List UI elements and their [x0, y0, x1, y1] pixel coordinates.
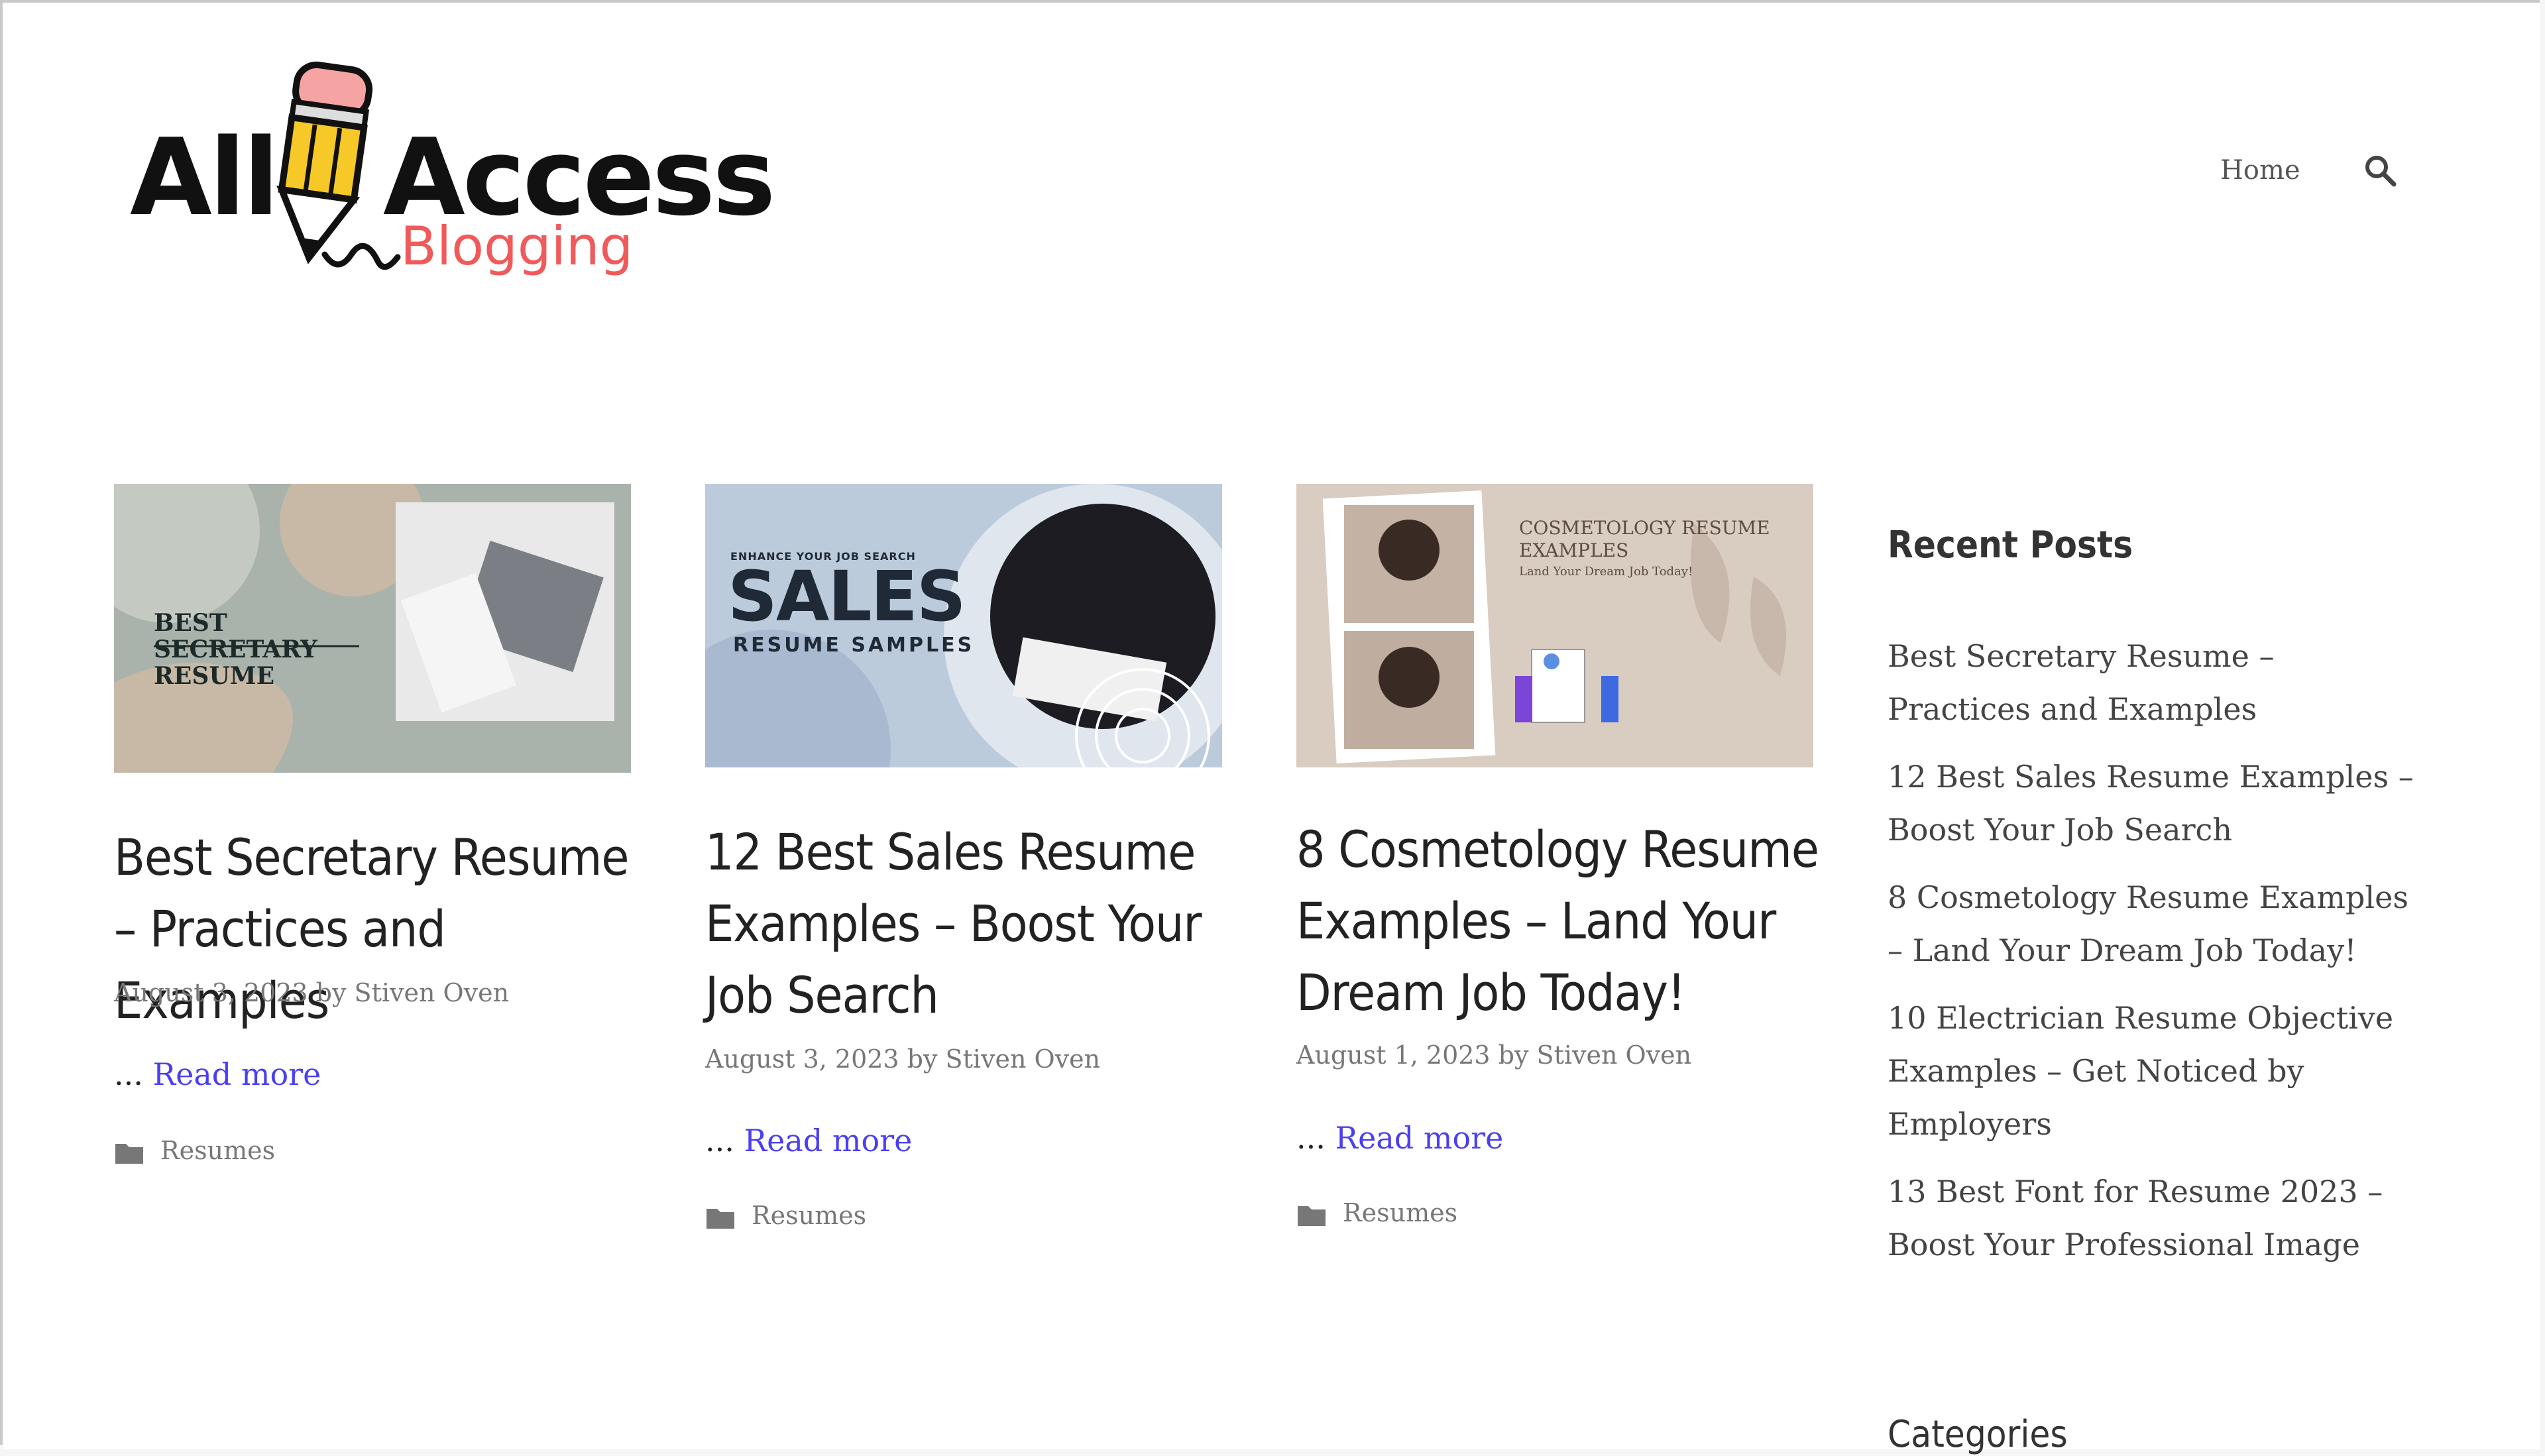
- post-meta: August 1, 2023 by Stiven Oven: [1296, 1040, 1692, 1070]
- ellipsis: ...: [114, 1056, 143, 1092]
- read-more: ... Read more: [1296, 1120, 1503, 1156]
- folder-icon: [1298, 1205, 1326, 1226]
- recent-post-link[interactable]: 13 Best Font for Resume 2023 – Boost You…: [1888, 1165, 2418, 1271]
- read-more-link[interactable]: Read more: [1335, 1120, 1504, 1156]
- post-meta: August 3, 2023 by Stiven Oven: [114, 978, 510, 1007]
- categories-heading: Categories: [1888, 1413, 2068, 1456]
- post-thumbnail[interactable]: ENHANCE YOUR JOB SEARCH SALES RESUME SAM…: [705, 484, 1222, 767]
- site-logo[interactable]: All Access Blogging: [126, 56, 789, 288]
- nav-home-link[interactable]: Home: [2220, 155, 2300, 186]
- logo-text-all: All: [130, 115, 280, 239]
- post-title[interactable]: 8 Cosmetology Resume Examples – Land You…: [1296, 814, 1840, 1029]
- sidebar: Recent Posts Best Secretary Resume – Pra…: [1888, 524, 2418, 1262]
- recent-post-link[interactable]: Best Secretary Resume – Practices and Ex…: [1888, 630, 2418, 736]
- post-card: BEST SECRETARY RESUME Best Secretary Res…: [114, 484, 631, 1186]
- recent-post-link[interactable]: 8 Cosmetology Resume Examples – Land You…: [1888, 871, 2418, 977]
- category-link[interactable]: Resumes: [1343, 1198, 1457, 1227]
- logo-text-blogging: Blogging: [400, 215, 634, 277]
- recent-post-link[interactable]: 12 Best Sales Resume Examples – Boost Yo…: [1888, 750, 2418, 856]
- logo-text-access: Access: [383, 115, 775, 239]
- post-card: COSMETOLOGY RESUME EXAMPLES Land Your Dr…: [1296, 484, 1819, 1227]
- thumbnail-title: SALES: [728, 556, 966, 637]
- recent-posts-heading: Recent Posts: [1888, 524, 2133, 567]
- post-card: ENHANCE YOUR JOB SEARCH SALES RESUME SAM…: [705, 484, 1222, 1230]
- thumbnail-caption: BEST SECRETARY RESUME: [154, 609, 317, 690]
- folder-icon: [707, 1208, 734, 1229]
- ellipsis: ...: [1296, 1120, 1326, 1156]
- post-thumbnail[interactable]: COSMETOLOGY RESUME EXAMPLES Land Your Dr…: [1296, 484, 1813, 767]
- category-link[interactable]: Resumes: [752, 1201, 866, 1230]
- thumbnail-subtitle: Land Your Dream Job Today!: [1519, 565, 1693, 579]
- post-thumbnail[interactable]: BEST SECRETARY RESUME: [114, 484, 631, 773]
- post-title[interactable]: 12 Best Sales Resume Examples – Boost Yo…: [705, 816, 1249, 1031]
- thumbnail-subtitle: RESUME SAMPLES: [733, 634, 975, 657]
- recent-posts-list: Best Secretary Resume – Practices and Ex…: [1888, 630, 2418, 1286]
- post-category: Resumes: [705, 1201, 866, 1230]
- post-category: Resumes: [114, 1136, 275, 1165]
- post-category: Resumes: [1296, 1198, 1457, 1227]
- category-link[interactable]: Resumes: [160, 1136, 275, 1165]
- post-meta: August 3, 2023 by Stiven Oven: [705, 1044, 1101, 1074]
- site-header: All Access Blogging Home: [3, 3, 2540, 338]
- read-more-link[interactable]: Read more: [153, 1056, 321, 1092]
- read-more: ... Read more: [114, 1056, 321, 1092]
- read-more-link[interactable]: Read more: [744, 1123, 913, 1158]
- read-more: ... Read more: [705, 1123, 912, 1158]
- search-icon[interactable]: [2362, 152, 2399, 190]
- ellipsis: ...: [705, 1123, 734, 1158]
- recent-post-link[interactable]: 10 Electrician Resume Objective Examples…: [1888, 991, 2418, 1150]
- folder-icon: [115, 1143, 143, 1164]
- thumbnail-title: COSMETOLOGY RESUME EXAMPLES: [1519, 517, 1770, 561]
